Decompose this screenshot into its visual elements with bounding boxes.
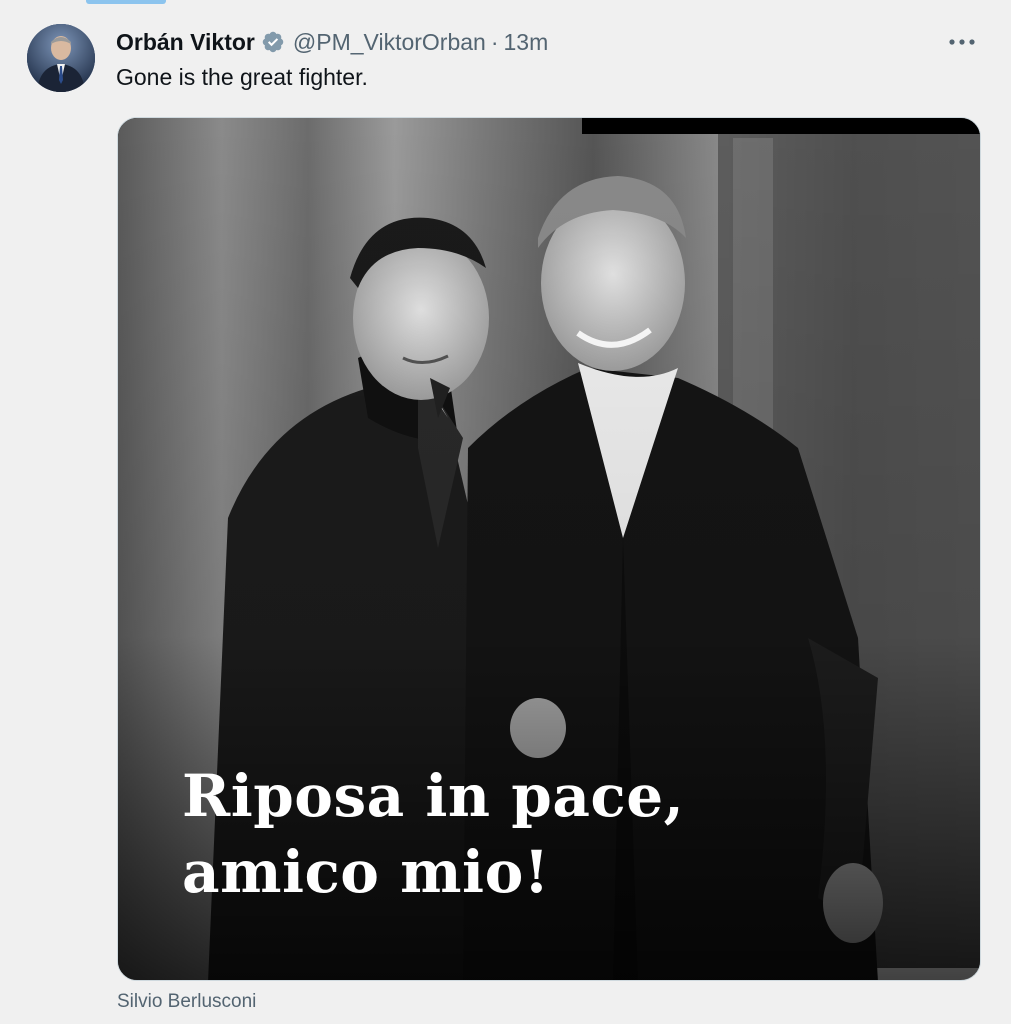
tweet-image[interactable]: Riposa in pace, amico mio! <box>117 117 981 981</box>
timestamp[interactable]: 13m <box>504 29 549 56</box>
separator-dot: · <box>490 28 499 55</box>
avatar[interactable] <box>27 24 95 92</box>
verified-badge-icon <box>262 31 284 53</box>
tweet-text: Gone is the great fighter. <box>116 64 368 90</box>
tweet-card[interactable]: Orbán Viktor @PM_ViktorOrban · 13m Gone … <box>0 0 1011 1024</box>
image-overlay-text: Riposa in pace, amico mio! <box>182 758 684 910</box>
tweet-header: Orbán Viktor @PM_ViktorOrban · 13m <box>116 26 548 58</box>
more-options-icon[interactable] <box>945 29 979 55</box>
image-tag-caption[interactable]: Silvio Berlusconi <box>117 991 256 1013</box>
author-handle[interactable]: @PM_ViktorOrban <box>293 29 486 56</box>
overlay-line-1: Riposa in pace, <box>182 762 685 830</box>
top-accent-bar <box>86 0 166 4</box>
author-name[interactable]: Orbán Viktor <box>116 29 255 56</box>
overlay-line-2: amico mio! <box>182 838 550 906</box>
